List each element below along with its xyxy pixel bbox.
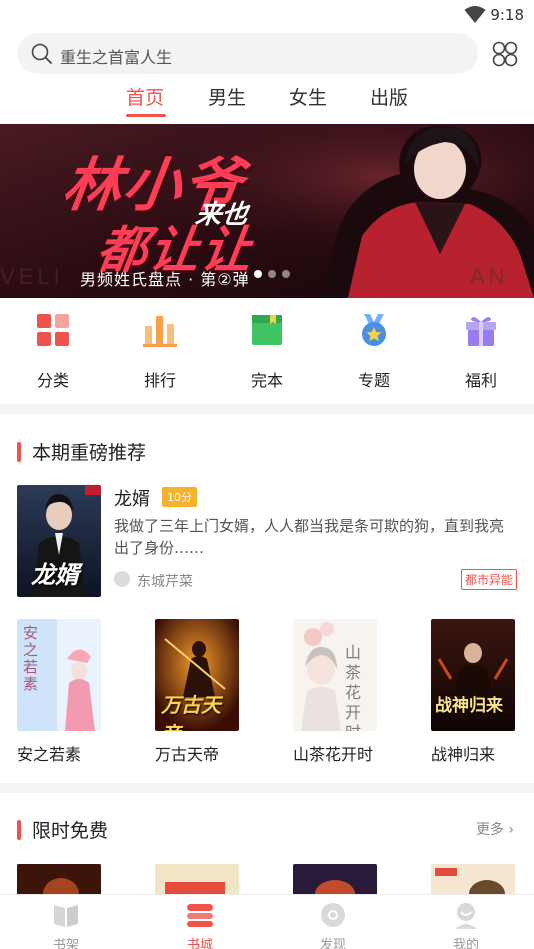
carousel-dot-active — [254, 270, 262, 278]
status-bar: 9:18 — [0, 0, 534, 30]
book-title: 万古天帝 — [155, 745, 220, 764]
section-title-free: 限时免费 — [17, 816, 108, 843]
search-placeholder: 重生之首富人生 — [60, 48, 173, 67]
section-title-featured: 本期重磅推荐 — [17, 438, 146, 465]
book-cover[interactable]: 万古天帝 — [155, 619, 239, 731]
author-avatar-icon — [114, 571, 130, 587]
gift-icon — [466, 317, 496, 346]
banner-subtitle: 男频姓氏盘点 · 第②弹 — [80, 270, 250, 289]
medal-icon — [362, 314, 386, 346]
tab-female[interactable]: 女生 — [289, 83, 327, 110]
nav-profile[interactable]: 我的 — [426, 901, 506, 949]
search-row: 重生之首富人生 — [0, 33, 534, 75]
active-tab-indicator — [126, 114, 166, 117]
nav-discover[interactable]: 发现 — [293, 901, 373, 949]
genre-tag: 都市异能 — [460, 569, 517, 590]
profile-icon — [455, 903, 477, 929]
search-icon — [31, 43, 52, 64]
book-cover[interactable]: 安之若素 — [17, 619, 101, 731]
category-topic[interactable]: 专题 — [334, 312, 414, 391]
tab-publish[interactable]: 出版 — [370, 83, 408, 110]
bookstore-icon — [187, 904, 213, 927]
search-input[interactable]: 重生之首富人生 — [17, 33, 478, 74]
book-cover-title: 战神归来 — [435, 696, 503, 716]
book-icon — [252, 315, 282, 345]
svg-text:VELI: VELI — [0, 264, 64, 289]
book-cover[interactable]: 龙婿 — [17, 485, 101, 597]
book-cover[interactable]: 山茶花开时 — [293, 619, 377, 731]
category-label: 完本 — [250, 371, 283, 390]
book-cover-title: 万古天帝 — [161, 693, 221, 731]
book-cover-title: 安之若素 — [23, 624, 39, 693]
category-label: 分类 — [36, 371, 69, 390]
book-cover-title: 山茶花开时 — [345, 643, 362, 731]
nav-bookstore[interactable]: 书城 — [160, 901, 240, 949]
tab-male[interactable]: 男生 — [208, 83, 246, 110]
section-title-text: 限时免费 — [32, 820, 109, 842]
category-finished[interactable]: 完本 — [227, 312, 307, 391]
section-title-text: 本期重磅推荐 — [32, 442, 147, 464]
category-welfare[interactable]: 福利 — [441, 312, 521, 391]
score-badge: 10分 — [162, 487, 197, 507]
category-label: 专题 — [357, 371, 390, 390]
carousel-dot — [268, 270, 276, 278]
bookshelf-icon — [54, 905, 78, 927]
more-link[interactable]: 更多 › — [476, 819, 514, 839]
book-title: 安之若素 — [17, 745, 82, 764]
section-marker — [17, 820, 21, 840]
book-cover-title: 龙婿 — [31, 561, 79, 589]
featured-book[interactable]: 龙婿 龙婿 10分 我做了三年上门女婿，人人都当我是条可欺的狗，直到我亮出了身份… — [17, 485, 517, 597]
svg-text:AN: AN — [470, 264, 509, 289]
bar-chart-icon — [143, 316, 177, 347]
nav-label: 书城 — [186, 938, 213, 949]
grid-book[interactable]: 战神归来 战神归来 — [431, 619, 517, 765]
nav-bookshelf[interactable]: 书架 — [26, 901, 106, 949]
wifi-icon — [464, 6, 486, 23]
book-description: 我做了三年上门女婿，人人都当我是条可欺的狗，直到我亮出了身份…… — [114, 517, 505, 557]
more-label: 更多 — [475, 822, 504, 838]
bottom-nav: 书架 书城 发现 我的 — [0, 894, 534, 949]
category-shortcuts: 分类 排行 完本 专题 福利 — [0, 298, 534, 404]
category-ranking[interactable]: 排行 — [120, 312, 200, 391]
nav-label: 我的 — [452, 938, 479, 949]
book-author: 东城芹菜 — [137, 574, 193, 590]
category-classify[interactable]: 分类 — [13, 312, 93, 391]
banner-carousel[interactable]: VELI AN 林小爷 来也 都让让 男频姓氏盘点 · 第②弹 — [0, 124, 534, 298]
section-marker — [17, 442, 21, 462]
category-label: 排行 — [143, 371, 176, 390]
category-label: 福利 — [464, 371, 497, 390]
book-title: 山茶花开时 — [293, 745, 374, 764]
book-title: 战神归来 — [431, 745, 496, 764]
tab-home[interactable]: 首页 — [126, 83, 164, 110]
book-cover[interactable]: 战神归来 — [431, 619, 515, 731]
section-divider — [0, 783, 534, 793]
section-divider — [0, 404, 534, 414]
grid-book[interactable]: 万古天帝 万古天帝 — [155, 619, 241, 765]
chevron-right-icon: › — [508, 822, 514, 838]
nav-label: 书架 — [52, 938, 79, 949]
nav-label: 发现 — [319, 938, 346, 949]
discover-icon — [321, 903, 345, 927]
book-title[interactable]: 龙婿 — [114, 485, 150, 511]
grid-book[interactable]: 安之若素 安之若素 — [17, 619, 103, 765]
apps-icon[interactable] — [491, 40, 519, 68]
clock: 9:18 — [490, 6, 524, 24]
carousel-dot — [282, 270, 290, 278]
grid-book[interactable]: 山茶花开时 山茶花开时 — [293, 619, 379, 765]
grid-icon — [37, 314, 69, 346]
top-tabs: 首页 男生 女生 出版 — [0, 80, 534, 120]
